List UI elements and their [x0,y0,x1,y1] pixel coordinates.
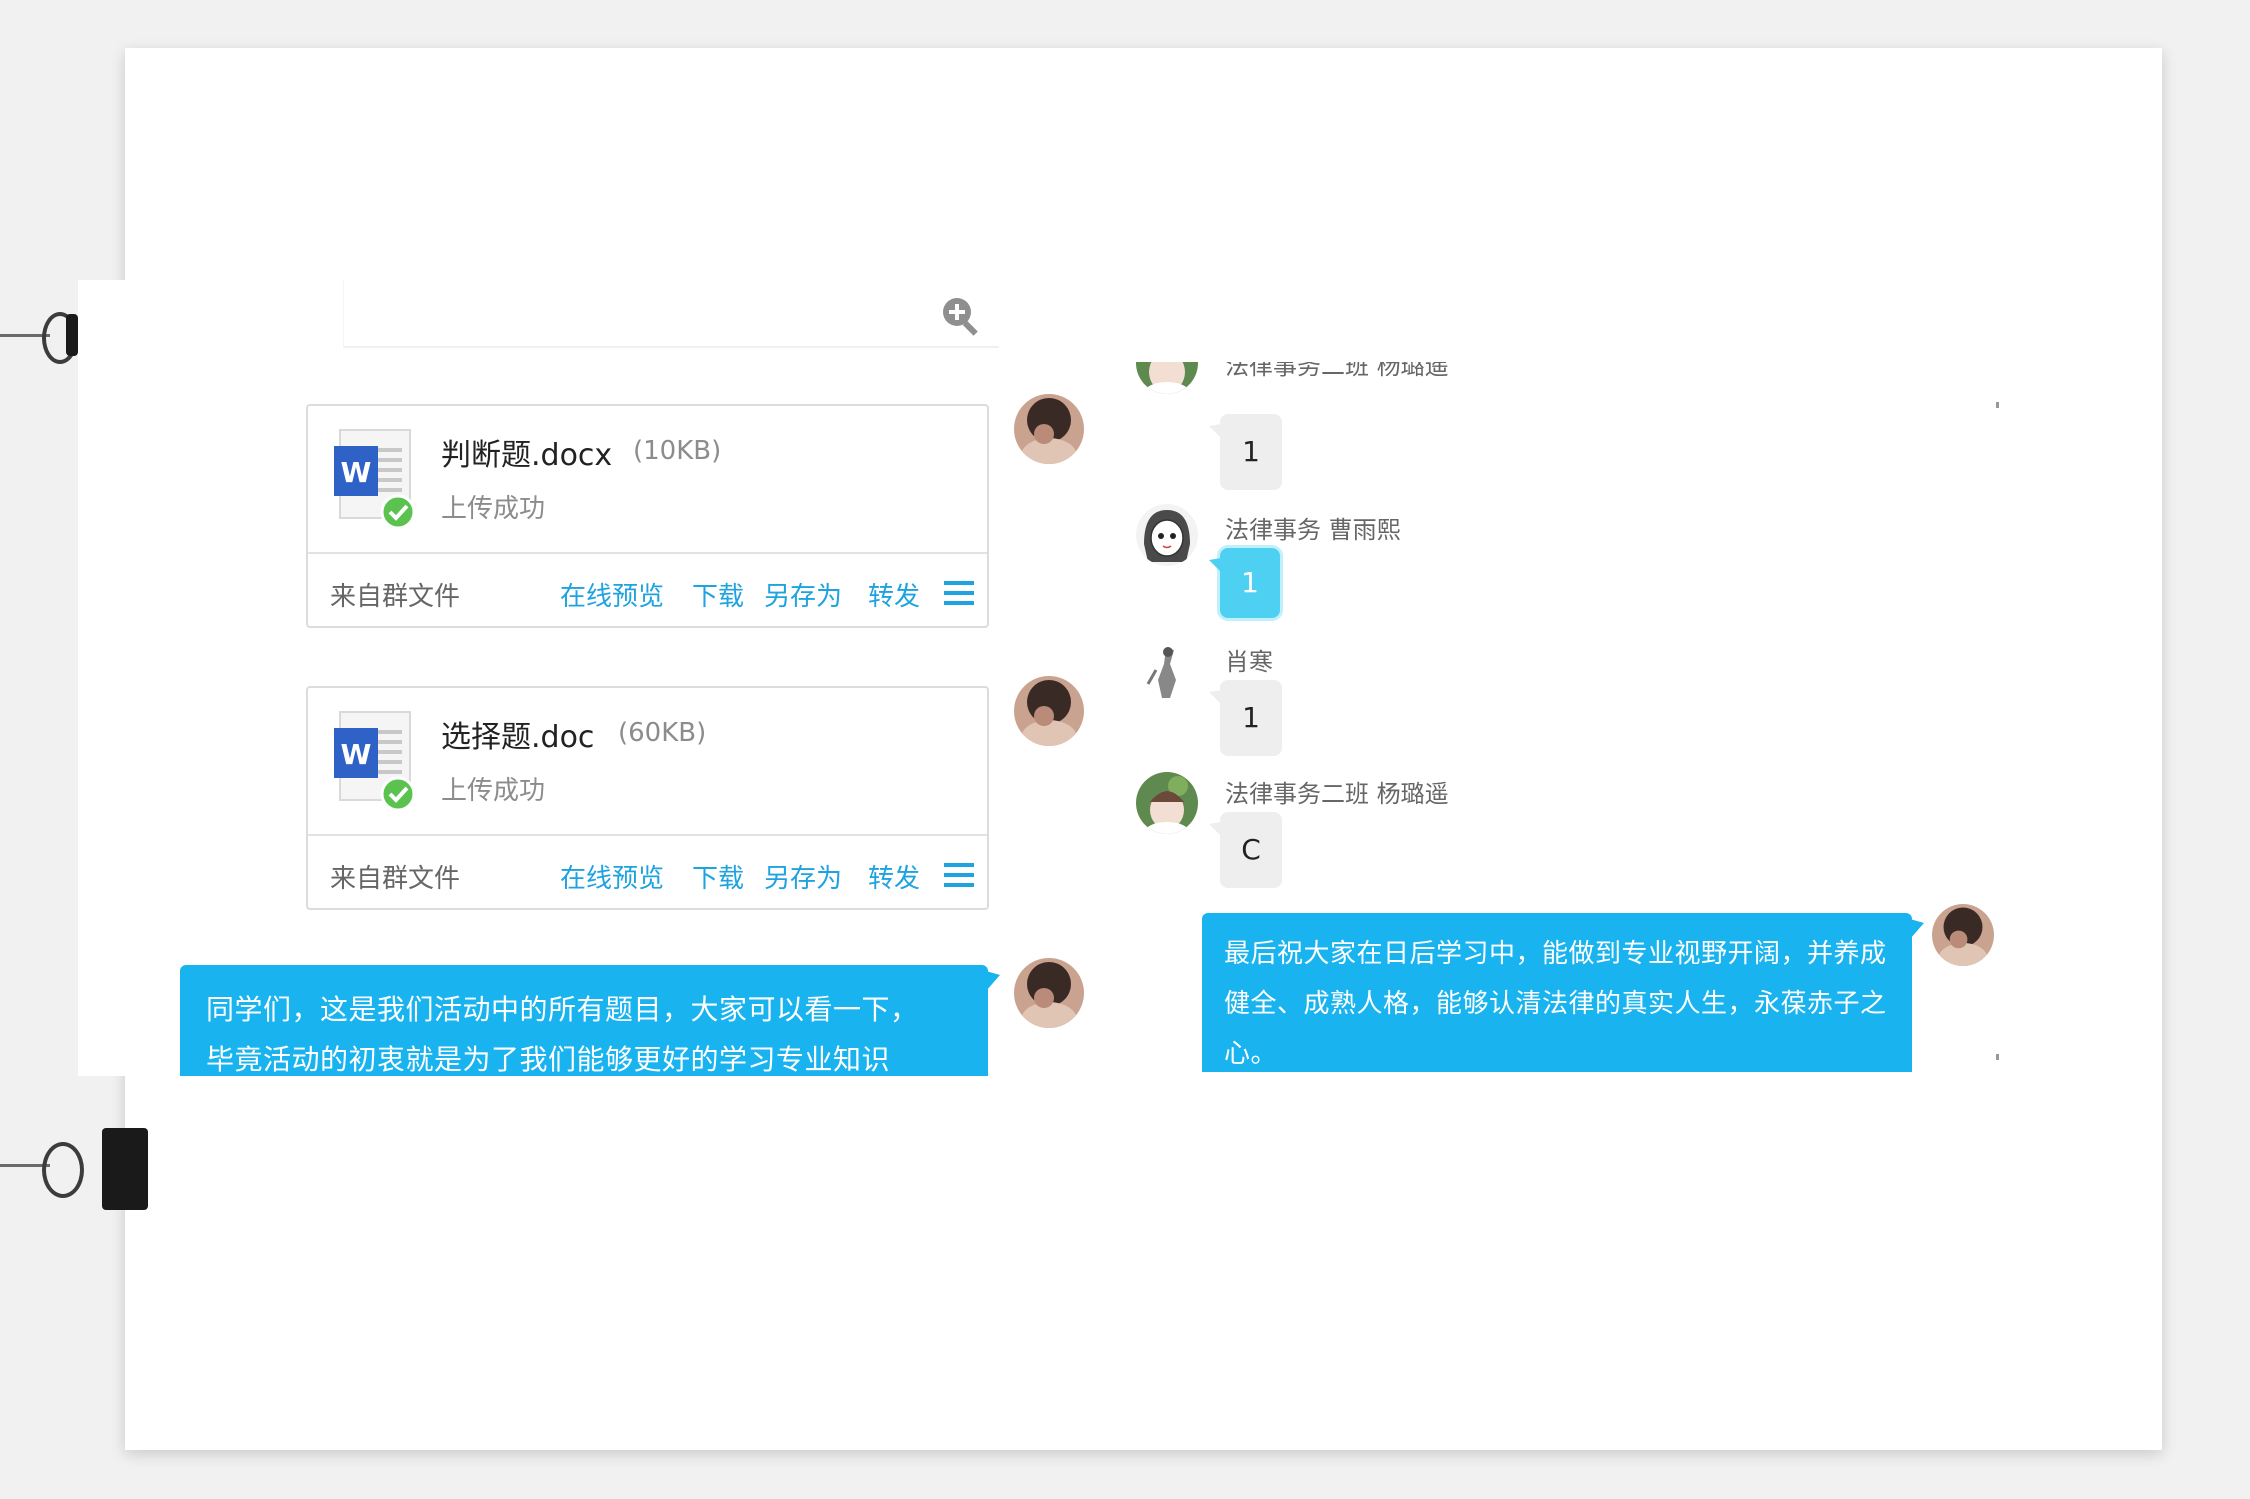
teacher-avatar[interactable] [1014,676,1084,746]
file-size: (10KB) [633,436,722,466]
download-button[interactable]: 下载 [692,576,744,613]
word-document-icon: W [334,711,416,812]
check-circle-icon [380,494,416,530]
save-as-button[interactable]: 另存为 [764,858,842,895]
student-avatar[interactable] [1136,772,1198,834]
sender-name: 法律事务二班 杨璐遥 [1225,780,1449,808]
file-card[interactable]: W 选择题.doc (60KB) 上传成功 来自群文件 在线预览 下载 另存为 … [306,686,989,910]
file-card[interactable]: W 判断题.docx (10KB) 上传成功 来自群文件 在线预览 下载 另存为… [306,404,989,628]
word-document-icon: W [334,429,416,530]
forward-button[interactable]: 转发 [868,576,920,613]
sender-name: 法律事务 曹雨熙 [1225,516,1401,544]
separator-dot [1996,1054,1999,1060]
file-card-footer: 来自群文件 在线预览 下载 另存为 转发 [308,834,987,912]
file-name: 判断题.docx [441,438,613,473]
svg-text:W: W [341,456,372,489]
preview-online-button[interactable]: 在线预览 [560,858,664,895]
sender-name: 肖寒 [1225,648,1273,676]
student-avatar[interactable] [1136,362,1198,394]
student-avatar[interactable] [1136,504,1198,566]
incoming-message-bubble[interactable]: 1 [1209,680,1282,756]
incoming-message-bubble[interactable]: 1 [1209,414,1282,490]
zoom-in-icon[interactable] [939,294,983,338]
file-name: 选择题.doc [441,720,595,755]
message-text: 心。 [1224,1039,1278,1069]
save-as-button[interactable]: 另存为 [764,576,842,613]
upload-status: 上传成功 [441,494,546,524]
incoming-message-bubble[interactable]: C [1209,812,1282,888]
svg-text:W: W [341,738,372,771]
teacher-avatar[interactable] [1014,394,1084,464]
incoming-message-bubble-highlighted[interactable]: 1 [1209,548,1280,618]
sender-name: 法律事务二班 杨璐遥 [1225,362,1449,380]
binder-clip-bottom [0,1122,150,1212]
check-circle-icon [380,776,416,812]
teacher-avatar[interactable] [1014,958,1084,1028]
message-text: 同学们，这是我们活动中的所有题目，大家可以看一下， [206,993,919,1026]
message-text: 健全、成熟人格，能够认清法律的真实人生，永葆赤子之 [1224,989,1887,1019]
download-button[interactable]: 下载 [692,858,744,895]
preview-online-button[interactable]: 在线预览 [560,576,664,613]
binder-clip-top [0,300,90,370]
outgoing-message-bubble[interactable]: 最后祝大家在日后学习中，能做到专业视野开阔，并养成 健全、成熟人格，能够认清法律… [1202,913,1924,1072]
forward-button[interactable]: 转发 [868,858,920,895]
separator-dot [1996,402,1999,408]
search-input[interactable] [344,280,928,342]
file-card-footer: 来自群文件 在线预览 下载 另存为 转发 [308,552,987,630]
file-size: (60KB) [618,718,707,748]
teacher-avatar[interactable] [1932,904,1994,966]
file-source: 来自群文件 [330,582,461,612]
message-text: 最后祝大家在日后学习中，能做到专业视野开阔，并养成 [1224,939,1887,969]
hamburger-menu-icon[interactable] [944,580,974,606]
search-bar [343,280,999,348]
chat-screenshot-left: W 判断题.docx (10KB) 上传成功 来自群文件 在线预览 下载 另存为… [78,280,1088,1076]
upload-status: 上传成功 [441,776,546,806]
outgoing-message-bubble[interactable]: 同学们，这是我们活动中的所有题目，大家可以看一下， 毕竟活动的初衷就是为了我们能… [180,965,1000,1076]
hamburger-menu-icon[interactable] [944,862,974,888]
chat-screenshot-right: 法律事务二班 杨璐遥 1 法律事务 曹雨熙 1 肖寒 1 法律事务二班 杨璐遥 … [1088,362,2008,1072]
message-text: 毕竟活动的初衷就是为了我们能够更好的学习专业知识 [206,1043,891,1076]
file-source: 来自群文件 [330,864,461,894]
student-avatar[interactable] [1136,640,1198,702]
